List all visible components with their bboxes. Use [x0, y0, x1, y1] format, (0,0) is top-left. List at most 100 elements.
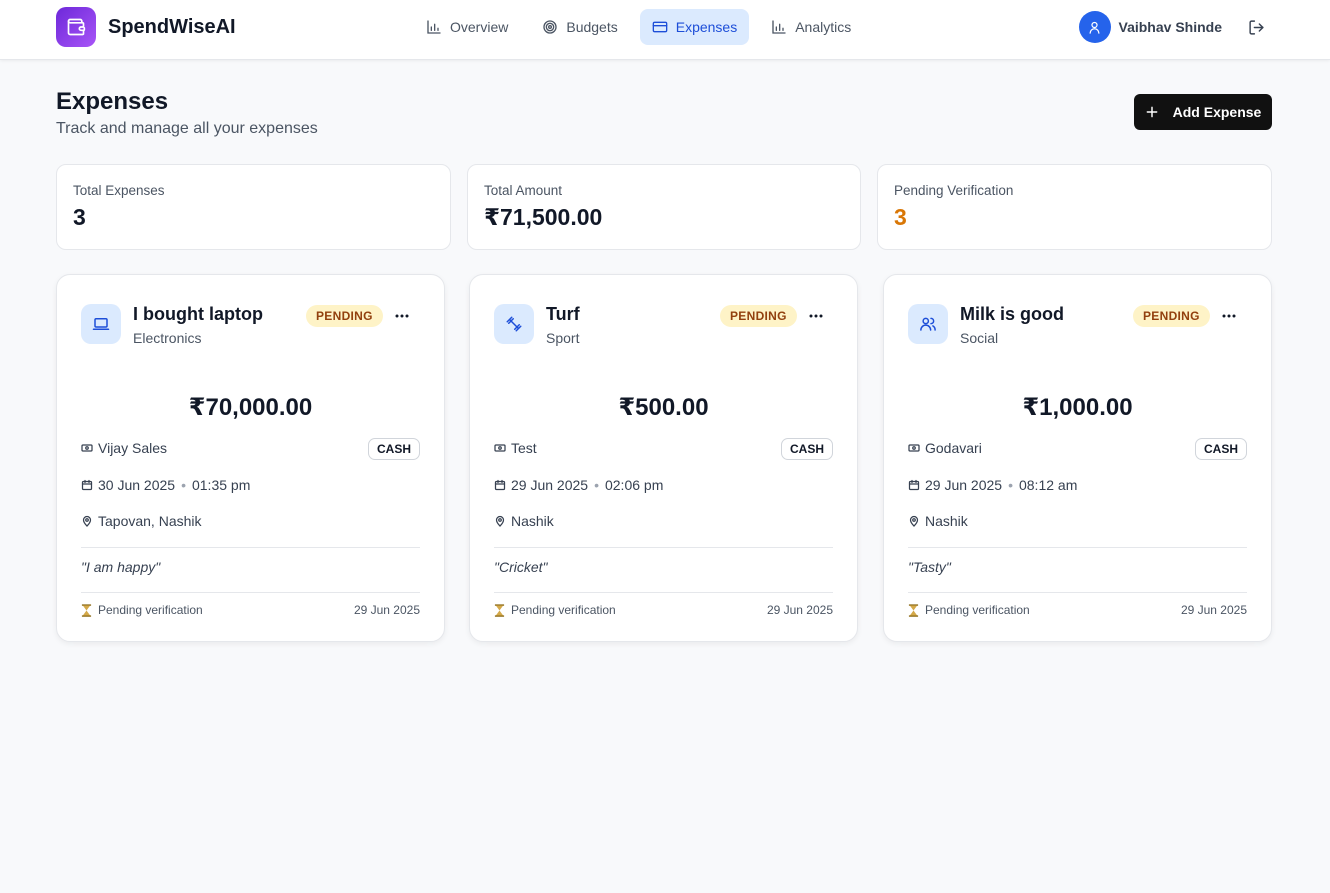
location-row: Nashik [908, 513, 968, 529]
divider [494, 592, 833, 593]
more-horizontal-icon [1222, 314, 1236, 318]
expense-time: 01:35 pm [191, 477, 251, 493]
expense-category: Social [960, 330, 999, 346]
user-name[interactable]: Vaibhav Shinde [1119, 19, 1222, 35]
stat-label: Pending Verification [894, 183, 1014, 198]
nav-analytics-label: Analytics [795, 19, 852, 35]
hourglass-icon [908, 603, 919, 617]
nav-analytics[interactable]: Analytics [759, 9, 863, 45]
expense-card[interactable]: I bought laptop Electronics PENDING ₹70,… [56, 274, 445, 642]
expense-note: "Tasty" [908, 559, 951, 575]
expense-location: Nashik [925, 513, 968, 529]
stat-label: Total Expenses [73, 183, 165, 198]
avatar[interactable] [1078, 11, 1111, 43]
location-row: Tapovan, Nashik [81, 513, 202, 529]
verification-label: Pending verification [98, 603, 203, 617]
stat-pending-verification: Pending Verification 3 [877, 164, 1272, 250]
separator-dot: • [1008, 477, 1013, 493]
calendar-icon [81, 479, 93, 491]
divider [908, 592, 1247, 593]
page-title: Expenses [56, 88, 169, 115]
stat-value: 3 [894, 204, 907, 230]
plus-icon [1146, 106, 1158, 118]
top-navbar: SpendWiseAI Overview Budgets Expenses An… [0, 0, 1330, 60]
merchant-row: Godavari [908, 440, 982, 456]
more-options-button[interactable] [1220, 307, 1238, 325]
created-date: 29 Jun 2025 [353, 603, 420, 617]
expense-time: 08:12 am [1018, 477, 1078, 493]
logout-icon [1248, 19, 1264, 35]
wallet-icon [56, 7, 96, 47]
users-icon [908, 304, 948, 344]
expense-note: "Cricket" [494, 559, 548, 575]
page-subtitle: Track and manage all your expenses [56, 120, 318, 137]
created-date: 29 Jun 2025 [1180, 603, 1247, 617]
map-pin-icon [909, 515, 919, 527]
calendar-icon [494, 479, 506, 491]
banknote-icon [81, 444, 93, 452]
dumbbell-icon [494, 304, 534, 344]
expense-title: Milk is good [960, 304, 1065, 324]
more-horizontal-icon [809, 314, 823, 318]
brand-name: SpendWiseAI [108, 15, 236, 38]
verification-status: Pending verification [908, 603, 1030, 617]
calendar-icon [908, 479, 920, 491]
separator-dot: • [181, 477, 186, 493]
nav-expenses-label: Expenses [675, 19, 738, 35]
expense-category: Sport [546, 330, 580, 346]
expense-time: 02:06 pm [604, 477, 664, 493]
nav-budgets-label: Budgets [566, 19, 618, 35]
stat-total-expenses: Total Expenses 3 [56, 164, 451, 250]
more-options-button[interactable] [807, 307, 825, 325]
nav-overview[interactable]: Overview [414, 9, 520, 45]
created-date: 29 Jun 2025 [766, 603, 833, 617]
location-row: Nashik [494, 513, 554, 529]
status-badge: PENDING [720, 305, 797, 327]
expense-date: 30 Jun 2025 [98, 477, 176, 493]
merchant-row: Test [494, 440, 537, 456]
stat-value: ₹71,500.00 [484, 204, 603, 230]
stat-value: 3 [73, 204, 86, 230]
main-nav: Overview Budgets Expenses Analytics [414, 9, 863, 45]
expense-date: 29 Jun 2025 [511, 477, 589, 493]
stat-label: Total Amount [484, 183, 563, 198]
expense-location: Nashik [511, 513, 554, 529]
target-icon [543, 20, 558, 34]
expense-category: Electronics [133, 330, 202, 346]
verification-label: Pending verification [511, 603, 616, 617]
payment-method-badge: CASH [1194, 438, 1247, 460]
expense-card[interactable]: Turf Sport PENDING ₹500.00 Test CASH 29 … [469, 274, 858, 642]
laptop-icon [81, 304, 121, 344]
expense-title: I bought laptop [133, 304, 263, 324]
date-row: 29 Jun 2025 • 02:06 pm [494, 477, 663, 493]
payment-method-badge: CASH [367, 438, 420, 460]
merchant-name: Test [511, 440, 537, 456]
verification-status: Pending verification [81, 603, 203, 617]
logout-button[interactable] [1246, 17, 1266, 37]
banknote-icon [908, 444, 920, 452]
status-badge: PENDING [306, 305, 383, 327]
expense-card[interactable]: Milk is good Social PENDING ₹1,000.00 Go… [883, 274, 1272, 642]
nav-expenses[interactable]: Expenses [639, 9, 750, 45]
brand[interactable]: SpendWiseAI [56, 7, 236, 47]
more-options-button[interactable] [393, 307, 411, 325]
verification-status: Pending verification [494, 603, 616, 617]
expense-note: "I am happy" [81, 559, 161, 575]
bar-chart-icon [772, 20, 786, 34]
divider [908, 547, 1247, 548]
nav-budgets[interactable]: Budgets [530, 9, 629, 45]
stat-total-amount: Total Amount ₹71,500.00 [467, 164, 861, 250]
map-pin-icon [495, 515, 505, 527]
hourglass-icon [494, 603, 505, 617]
hourglass-icon [81, 603, 92, 617]
bar-chart-icon [427, 20, 441, 34]
user-menu: Vaibhav Shinde [1078, 11, 1266, 43]
merchant-name: Godavari [925, 440, 982, 456]
verification-label: Pending verification [925, 603, 1030, 617]
credit-card-icon [652, 21, 668, 33]
nav-overview-label: Overview [450, 19, 509, 35]
add-expense-button[interactable]: Add Expense [1134, 94, 1272, 130]
divider [81, 592, 420, 593]
expense-amount: ₹500.00 [618, 394, 709, 421]
date-row: 30 Jun 2025 • 01:35 pm [81, 477, 250, 493]
